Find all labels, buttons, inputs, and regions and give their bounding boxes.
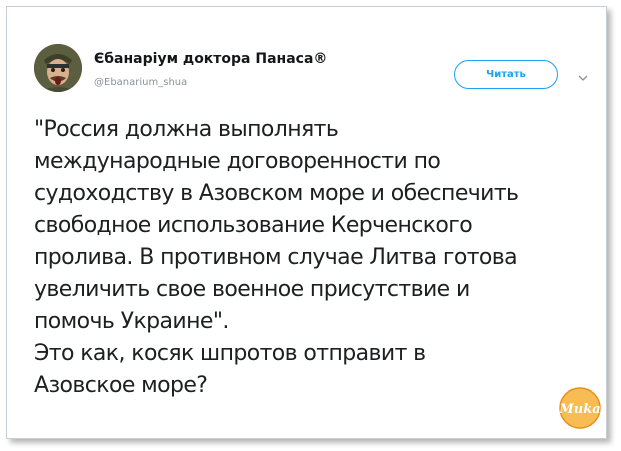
follow-button[interactable]: Читать	[454, 60, 558, 89]
tweet-text: "Россия должна выполнять международные д…	[34, 117, 519, 398]
author-handle[interactable]: @Ebanarium_shua	[94, 77, 187, 88]
user-avatar-icon[interactable]	[34, 44, 82, 92]
chevron-down-icon[interactable]	[578, 67, 588, 81]
svg-text:Muka: Muka	[558, 402, 600, 417]
author-display-name[interactable]: Єбанаріум доктора Панаса®	[94, 51, 327, 67]
muka-logo-icon: Muka	[558, 386, 602, 430]
